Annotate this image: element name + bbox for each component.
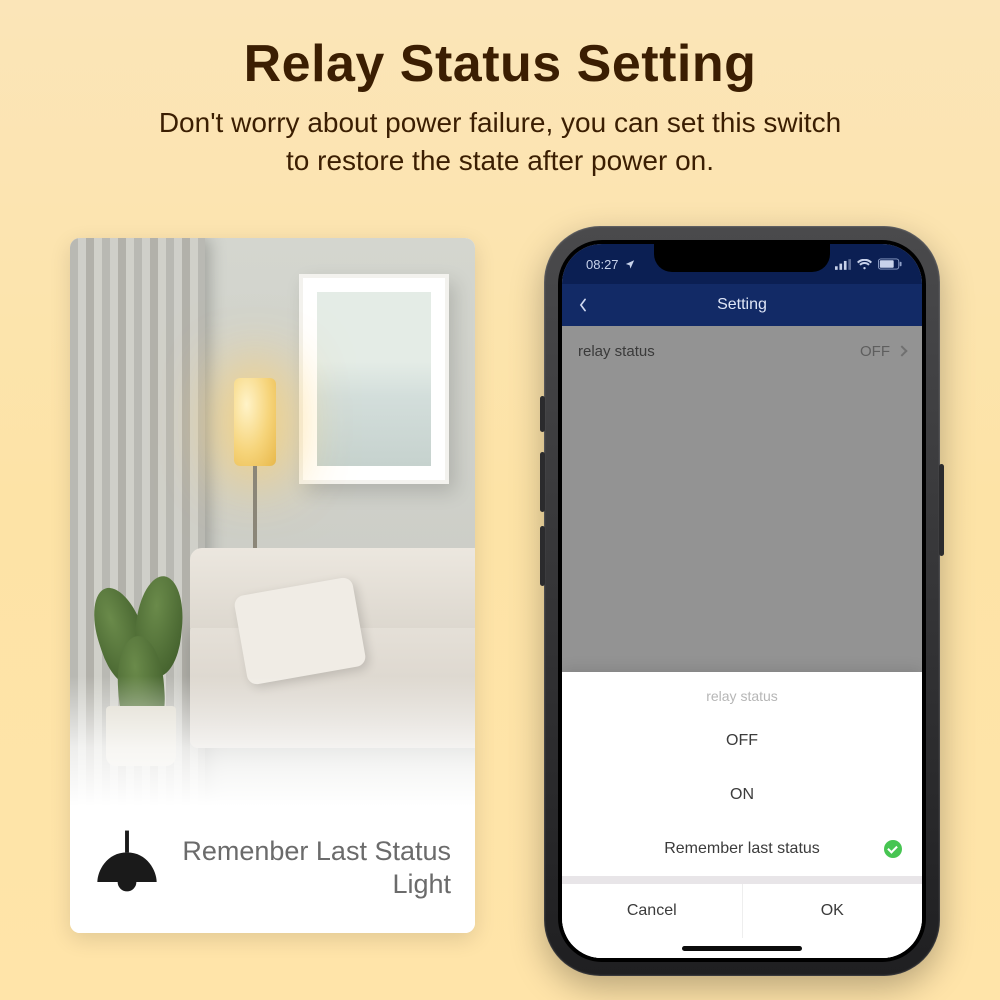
room-illustration xyxy=(70,238,475,806)
option-off[interactable]: OFF xyxy=(562,714,922,768)
pendant-lamp-icon xyxy=(88,829,166,907)
caption-line1: Remenber Last Status xyxy=(178,836,451,867)
headline-subtitle-line2: to restore the state after power on. xyxy=(286,145,714,176)
headline-subtitle-line1: Don't worry about power failure, you can… xyxy=(159,107,841,138)
home-indicator[interactable] xyxy=(562,938,922,958)
status-time: 08:27 xyxy=(586,257,619,272)
promo-stage: Relay Status Setting Don't worry about p… xyxy=(0,0,1000,1000)
headline: Relay Status Setting Don't worry about p… xyxy=(0,0,1000,180)
room-card: Remenber Last Status Light xyxy=(70,238,475,933)
cancel-button[interactable]: Cancel xyxy=(562,884,743,938)
room-caption: Remenber Last Status Light xyxy=(70,806,475,933)
back-button[interactable] xyxy=(576,298,590,312)
nav-bar: Setting xyxy=(562,284,922,326)
phone-side-button xyxy=(939,464,944,556)
fade-overlay xyxy=(70,676,475,806)
relay-status-action-sheet: relay status OFF ON Remember last status… xyxy=(562,672,922,958)
wifi-icon xyxy=(857,259,872,270)
phone-screen: 08:27 xyxy=(562,244,922,958)
phone-mute-switch xyxy=(540,396,545,432)
cellular-icon xyxy=(835,259,851,270)
nav-title: Setting xyxy=(717,296,767,314)
headline-subtitle: Don't worry about power failure, you can… xyxy=(0,104,1000,180)
ok-button[interactable]: OK xyxy=(743,884,923,938)
wall-frame xyxy=(299,274,449,484)
caption-line2: Light xyxy=(178,869,451,900)
sheet-separator xyxy=(562,876,922,884)
phone-notch xyxy=(654,244,830,272)
headline-title: Relay Status Setting xyxy=(0,34,1000,94)
battery-icon xyxy=(878,258,902,270)
phone-mockup: 08:27 xyxy=(544,226,940,976)
option-remember-last-status[interactable]: Remember last status xyxy=(562,822,922,876)
phone-volume-up xyxy=(540,452,545,512)
location-icon xyxy=(625,257,635,272)
option-on[interactable]: ON xyxy=(562,768,922,822)
sheet-title: relay status xyxy=(562,672,922,714)
phone-volume-down xyxy=(540,526,545,586)
